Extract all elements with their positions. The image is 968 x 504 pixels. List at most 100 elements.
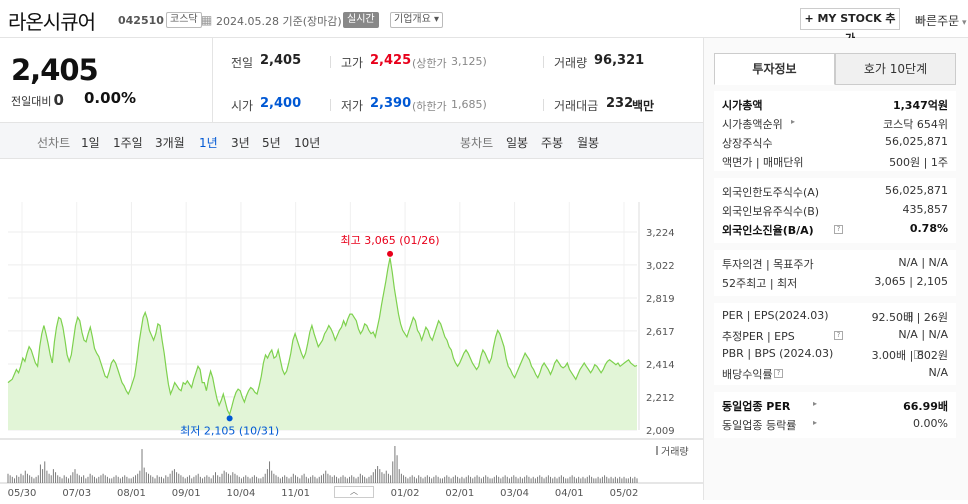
invest-row: 추정PER | EPS? N/A | N/A xyxy=(722,328,948,346)
amount-unit: 백만 xyxy=(632,99,655,113)
tab-daily[interactable]: 일봉 xyxy=(506,134,528,151)
invest-row-label: 외국인보유주식수(B) xyxy=(722,205,820,218)
calendar-icon: ▦ xyxy=(201,13,213,27)
x-tick-label: 11/01 xyxy=(281,488,310,499)
candle-chart-label: 봉차트 xyxy=(460,136,494,150)
tab-invest-info[interactable]: 투자정보 xyxy=(714,53,835,85)
x-tick-label: 08/01 xyxy=(117,488,146,499)
tab-orderbook[interactable]: 호가 10단계 xyxy=(835,53,956,85)
company-info-label: 기업개요 xyxy=(394,14,431,25)
change-info: 전일대비 0 xyxy=(11,91,64,109)
price-box: 2,405 전일대비 0 0.00% xyxy=(0,38,213,123)
price-chart-svg: 05/3007/0308/0109/0110/0411/0112/0101/02… xyxy=(0,202,703,499)
chevron-right-icon[interactable]: ▸ xyxy=(813,399,817,408)
x-tick-label: 10/04 xyxy=(226,488,255,499)
invest-row-value: N/A xyxy=(928,366,948,379)
y-tick-label: 3,224 xyxy=(646,228,675,239)
help-icon[interactable]: ? xyxy=(834,331,843,340)
tab-weekly[interactable]: 주봉 xyxy=(541,134,563,151)
market-cap-section: 시가총액 1,347억원 시가총액순위 ▸ 코스닥 654위 상장주식수 56,025,87… xyxy=(714,91,956,171)
chevron-down-icon: ▾ xyxy=(959,18,967,28)
prev-label: 전일 xyxy=(231,56,254,70)
invest-row: 배당수익률? N/A xyxy=(722,366,948,384)
tab-1y[interactable]: 1년 xyxy=(199,134,218,151)
divider xyxy=(330,56,331,68)
invest-row: PBR | BPS (2024.03)? 3.00배 | 802원 xyxy=(722,347,948,365)
tab-5y[interactable]: 5년 xyxy=(262,134,281,151)
price-chart[interactable]: 05/3007/0308/0109/0110/0411/0112/0101/02… xyxy=(0,159,703,500)
invest-row-value: 0.00% xyxy=(913,417,948,430)
invest-row: 상장주식수 56,025,871 xyxy=(722,135,948,153)
invest-info-panel: 투자정보 호가 10단계 시가총액 1,347억원 시가총액순위 ▸ 코스닥 654위 상… xyxy=(703,38,968,500)
upper-limit-value: 3,125) xyxy=(451,55,487,68)
invest-row-label: 상장주식수 xyxy=(722,137,773,150)
invest-row: 투자의견 | 목표주가 N/A | N/A xyxy=(722,256,948,274)
invest-row: PER | EPS(2024.03)? 92.50배 | 26원 xyxy=(722,309,948,327)
max-point-marker xyxy=(387,250,394,257)
invest-row-value: 92.50배 | 26원 xyxy=(871,311,948,324)
quick-order-button[interactable]: 빠른주문 ▾ xyxy=(915,12,967,29)
tab-3m[interactable]: 3개월 xyxy=(155,134,185,151)
y-tick-label: 2,819 xyxy=(646,294,675,305)
high-value: 2,425 xyxy=(370,53,412,68)
divider xyxy=(543,56,544,68)
tab-1d[interactable]: 1일 xyxy=(81,134,100,151)
invest-row: 동일업종 PER ▸ 66.99배 xyxy=(722,398,948,416)
upper-limit-label: (상한가 xyxy=(412,57,447,70)
x-tick-label: 05/02 xyxy=(610,488,639,499)
invest-row-label: 액면가 | 매매단위 xyxy=(722,156,804,169)
chevron-right-icon[interactable]: ▸ xyxy=(791,117,795,126)
quote-panel: 2,405 전일대비 0 0.00% 전일 2,405 고가 2,425 (상한가… xyxy=(0,38,703,500)
invest-row: 동일업종 등락률 ▸ 0.00% xyxy=(722,417,948,435)
invest-row-label: 추정PER | EPS xyxy=(722,330,795,343)
x-tick-label: 04/01 xyxy=(555,488,584,499)
x-tick-label: 01/02 xyxy=(391,488,420,499)
expand-chart-button[interactable]: ︿ xyxy=(334,486,374,498)
divider xyxy=(543,99,544,111)
foreign-section: 외국인한도주식수(A) 56,025,871 외국인보유주식수(B) 435,857 외… xyxy=(714,178,956,243)
invest-row-label: 투자의견 | 목표주가 xyxy=(722,258,814,271)
realtime-button[interactable]: 실시간 xyxy=(343,12,379,28)
change-percent: 0.00% xyxy=(84,89,137,107)
prev-value: 2,405 xyxy=(260,53,302,68)
invest-tabs: 투자정보 호가 10단계 xyxy=(714,53,956,85)
quick-order-label: 빠른주문 xyxy=(915,14,960,28)
tab-monthly[interactable]: 월봉 xyxy=(577,134,599,151)
invest-row: 시가총액 1,347억원 xyxy=(722,97,948,115)
tab-10y[interactable]: 10년 xyxy=(294,134,320,151)
line-chart-label: 선차트 xyxy=(37,136,71,150)
invest-row-label: 동일업종 등락률 xyxy=(722,419,797,432)
invest-row-label: 52주최고 | 최저 xyxy=(722,277,798,290)
high-label: 고가 xyxy=(341,56,364,70)
invest-row: 외국인소진율(B/A)? 0.78% xyxy=(722,222,948,240)
industry-section: 동일업종 PER ▸ 66.99배 동일업종 등락률 ▸ 0.00% xyxy=(714,392,956,438)
invest-row-value: 3,065 | 2,105 xyxy=(874,275,948,288)
header-bar: 라온시큐어 042510 코스닥 ▦ 2024.05.28 기준(장마감) 실시… xyxy=(0,0,968,45)
open-value: 2,400 xyxy=(260,96,302,111)
help-icon[interactable]: ? xyxy=(774,369,783,378)
min-point-label: 최저 2,105 (10/31) xyxy=(180,424,279,437)
help-icon[interactable]: ? xyxy=(834,225,843,234)
quote-info: 전일 2,405 고가 2,425 (상한가 3,125) 거래량 96,321… xyxy=(213,38,703,123)
invest-row-value: 56,025,871 xyxy=(885,135,948,148)
quote-date: 2024.05.28 기준(장마감) xyxy=(216,15,342,28)
chevron-right-icon[interactable]: ▸ xyxy=(813,418,817,427)
x-tick-label: 05/30 xyxy=(8,488,37,499)
tab-1w[interactable]: 1주일 xyxy=(113,134,143,151)
invest-row: 액면가 | 매매단위 500원 | 1주 xyxy=(722,154,948,172)
volume-label: 거래량 xyxy=(554,56,588,70)
stock-code: 042510 xyxy=(118,14,164,27)
x-tick-label: 03/04 xyxy=(500,488,529,499)
divider xyxy=(330,99,331,111)
x-tick-label: 02/01 xyxy=(445,488,474,499)
amount-value: 232 xyxy=(606,96,634,111)
opinion-section: 투자의견 | 목표주가 N/A | N/A 52주최고 | 최저 3,065 | 2,… xyxy=(714,250,956,296)
invest-row-value: 500원 | 1주 xyxy=(889,156,948,169)
amount-label: 거래대금 xyxy=(554,99,599,113)
invest-row-label: PER | EPS(2024.03) xyxy=(722,309,829,322)
tab-3y[interactable]: 3년 xyxy=(231,134,250,151)
invest-row-label: 시가총액순위 xyxy=(722,118,783,131)
invest-row-label: 동일업종 PER xyxy=(722,400,791,413)
my-stock-add-button[interactable]: + MY STOCK 추가 xyxy=(800,8,900,45)
company-info-dropdown[interactable]: 기업개요 ▾ xyxy=(390,12,444,28)
